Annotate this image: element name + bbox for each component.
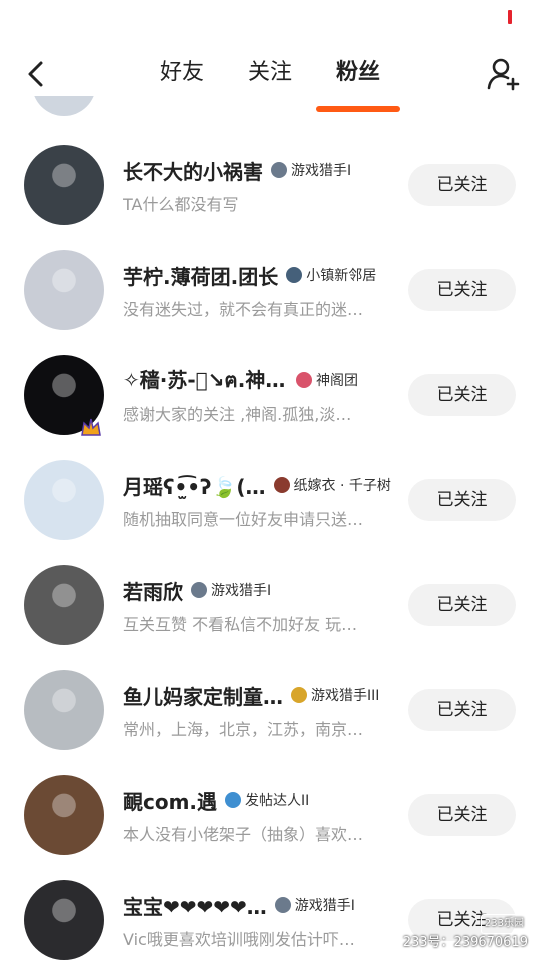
user-bio: TA什么都没有写 bbox=[123, 195, 239, 214]
partial-avatar bbox=[32, 96, 96, 120]
status-indicator bbox=[508, 10, 512, 24]
following-button[interactable]: 已关注 bbox=[408, 689, 516, 731]
add-user-icon bbox=[487, 58, 520, 91]
follower-row[interactable]: 若雨欣 游戏猎手I 互关互赞 不看私信不加好友 玩… 已关注 bbox=[0, 555, 540, 660]
watermark: 233乐园 233号：239670619 bbox=[403, 914, 528, 952]
user-name: 若雨欣 bbox=[123, 579, 183, 604]
avatar[interactable] bbox=[24, 565, 104, 645]
badge-icon bbox=[273, 477, 290, 493]
tab-following[interactable]: 关注 bbox=[244, 40, 296, 110]
user-badge: 游戏猎手I bbox=[191, 580, 271, 600]
user-badge: 发帖达人II bbox=[225, 790, 309, 810]
watermark-logo: 233乐园 bbox=[480, 914, 528, 934]
active-tab-underline bbox=[316, 106, 401, 112]
badge-icon bbox=[296, 372, 312, 388]
follower-row[interactable]: 长不大的小祸害 游戏猎手I TA什么都没有写 已关注 bbox=[0, 135, 540, 240]
tab-friends[interactable]: 好友 bbox=[156, 40, 208, 110]
follower-row[interactable]: 靦com.遇 发帖达人II 本人没有小佬架子（抽象）喜欢… 已关注 bbox=[0, 765, 540, 870]
user-bio: Vic哦更喜欢培训哦刚发估计吓… bbox=[123, 930, 355, 949]
add-friend-button[interactable] bbox=[484, 54, 524, 94]
user-name: 长不大的小祸害 bbox=[123, 159, 263, 184]
following-button[interactable]: 已关注 bbox=[408, 584, 516, 626]
badge-icon bbox=[286, 267, 303, 283]
follower-row[interactable]: 芋柠.薄荷团.团长 小镇新邻居 没有迷失过，就不会有真正的迷… 已关注 bbox=[0, 240, 540, 345]
avatar[interactable] bbox=[24, 460, 104, 540]
user-name: 宝宝❤❤❤❤❤… bbox=[123, 894, 267, 919]
following-button[interactable]: 已关注 bbox=[408, 374, 516, 416]
user-name: ✧穑·苏-⃢↘ฅ.神阁. bbox=[123, 368, 288, 392]
follower-list: 长不大的小祸害 游戏猎手I TA什么都没有写 已关注 芋柠.薄荷团.团长 小镇新邻居… bbox=[0, 135, 540, 975]
tab-followers[interactable]: 粉丝 bbox=[316, 40, 401, 112]
user-bio: 互关互赞 不看私信不加好友 玩… bbox=[123, 615, 358, 634]
watermark-text: 233号：239670619 bbox=[402, 935, 528, 950]
user-badge: 游戏猎手III bbox=[291, 685, 379, 705]
user-name: 月瑶ʕ•̫͡•ʔ🍃(… bbox=[123, 474, 266, 499]
follower-row[interactable]: 鱼儿妈家定制童… 游戏猎手III 常州，上海，北京，江苏，南京… 已关注 bbox=[0, 660, 540, 765]
following-button[interactable]: 已关注 bbox=[408, 269, 516, 311]
avatar[interactable] bbox=[24, 145, 104, 225]
avatar[interactable] bbox=[24, 775, 104, 855]
badge-icon bbox=[225, 792, 242, 808]
badge-icon bbox=[291, 687, 307, 703]
user-badge: 神阁团 bbox=[296, 370, 358, 390]
crown-icon bbox=[81, 418, 101, 436]
user-badge: 小镇新邻居 bbox=[286, 265, 376, 285]
badge-icon bbox=[191, 582, 207, 598]
user-name: 芋柠.薄荷团.团长 bbox=[123, 264, 279, 289]
avatar[interactable] bbox=[24, 880, 104, 960]
user-name: 鱼儿妈家定制童… bbox=[123, 684, 283, 709]
avatar[interactable] bbox=[24, 670, 104, 750]
user-badge: 游戏猎手I bbox=[271, 160, 351, 180]
user-name: 靦com.遇 bbox=[123, 789, 218, 814]
user-bio: 常州，上海，北京，江苏，南京… bbox=[123, 720, 364, 739]
following-button[interactable]: 已关注 bbox=[408, 479, 516, 521]
follower-row[interactable]: 月瑶ʕ•̫͡•ʔ🍃(… 纸嫁衣 · 千子树 随机抽取同意一位好友申请只送… 已关注 bbox=[0, 450, 540, 555]
follower-row[interactable]: ✧穑·苏-⃢↘ฅ.神阁. 神阁团 感谢大家的关注 ,神阁.孤独,淡… 已关注 bbox=[0, 345, 540, 450]
user-bio: 感谢大家的关注 ,神阁.孤独,淡… bbox=[123, 405, 352, 424]
user-bio: 没有迷失过，就不会有真正的迷… bbox=[123, 300, 364, 319]
following-button[interactable]: 已关注 bbox=[408, 164, 516, 206]
user-badge: 游戏猎手I bbox=[274, 895, 355, 915]
avatar[interactable] bbox=[24, 250, 104, 330]
badge-icon bbox=[271, 162, 287, 178]
following-button[interactable]: 已关注 bbox=[408, 794, 516, 836]
badge-icon bbox=[274, 897, 291, 913]
user-bio: 随机抽取同意一位好友申请只送… bbox=[123, 510, 364, 529]
user-badge: 纸嫁衣 · 千子树 bbox=[273, 475, 391, 495]
user-bio: 本人没有小佬架子（抽象）喜欢… bbox=[123, 825, 364, 844]
